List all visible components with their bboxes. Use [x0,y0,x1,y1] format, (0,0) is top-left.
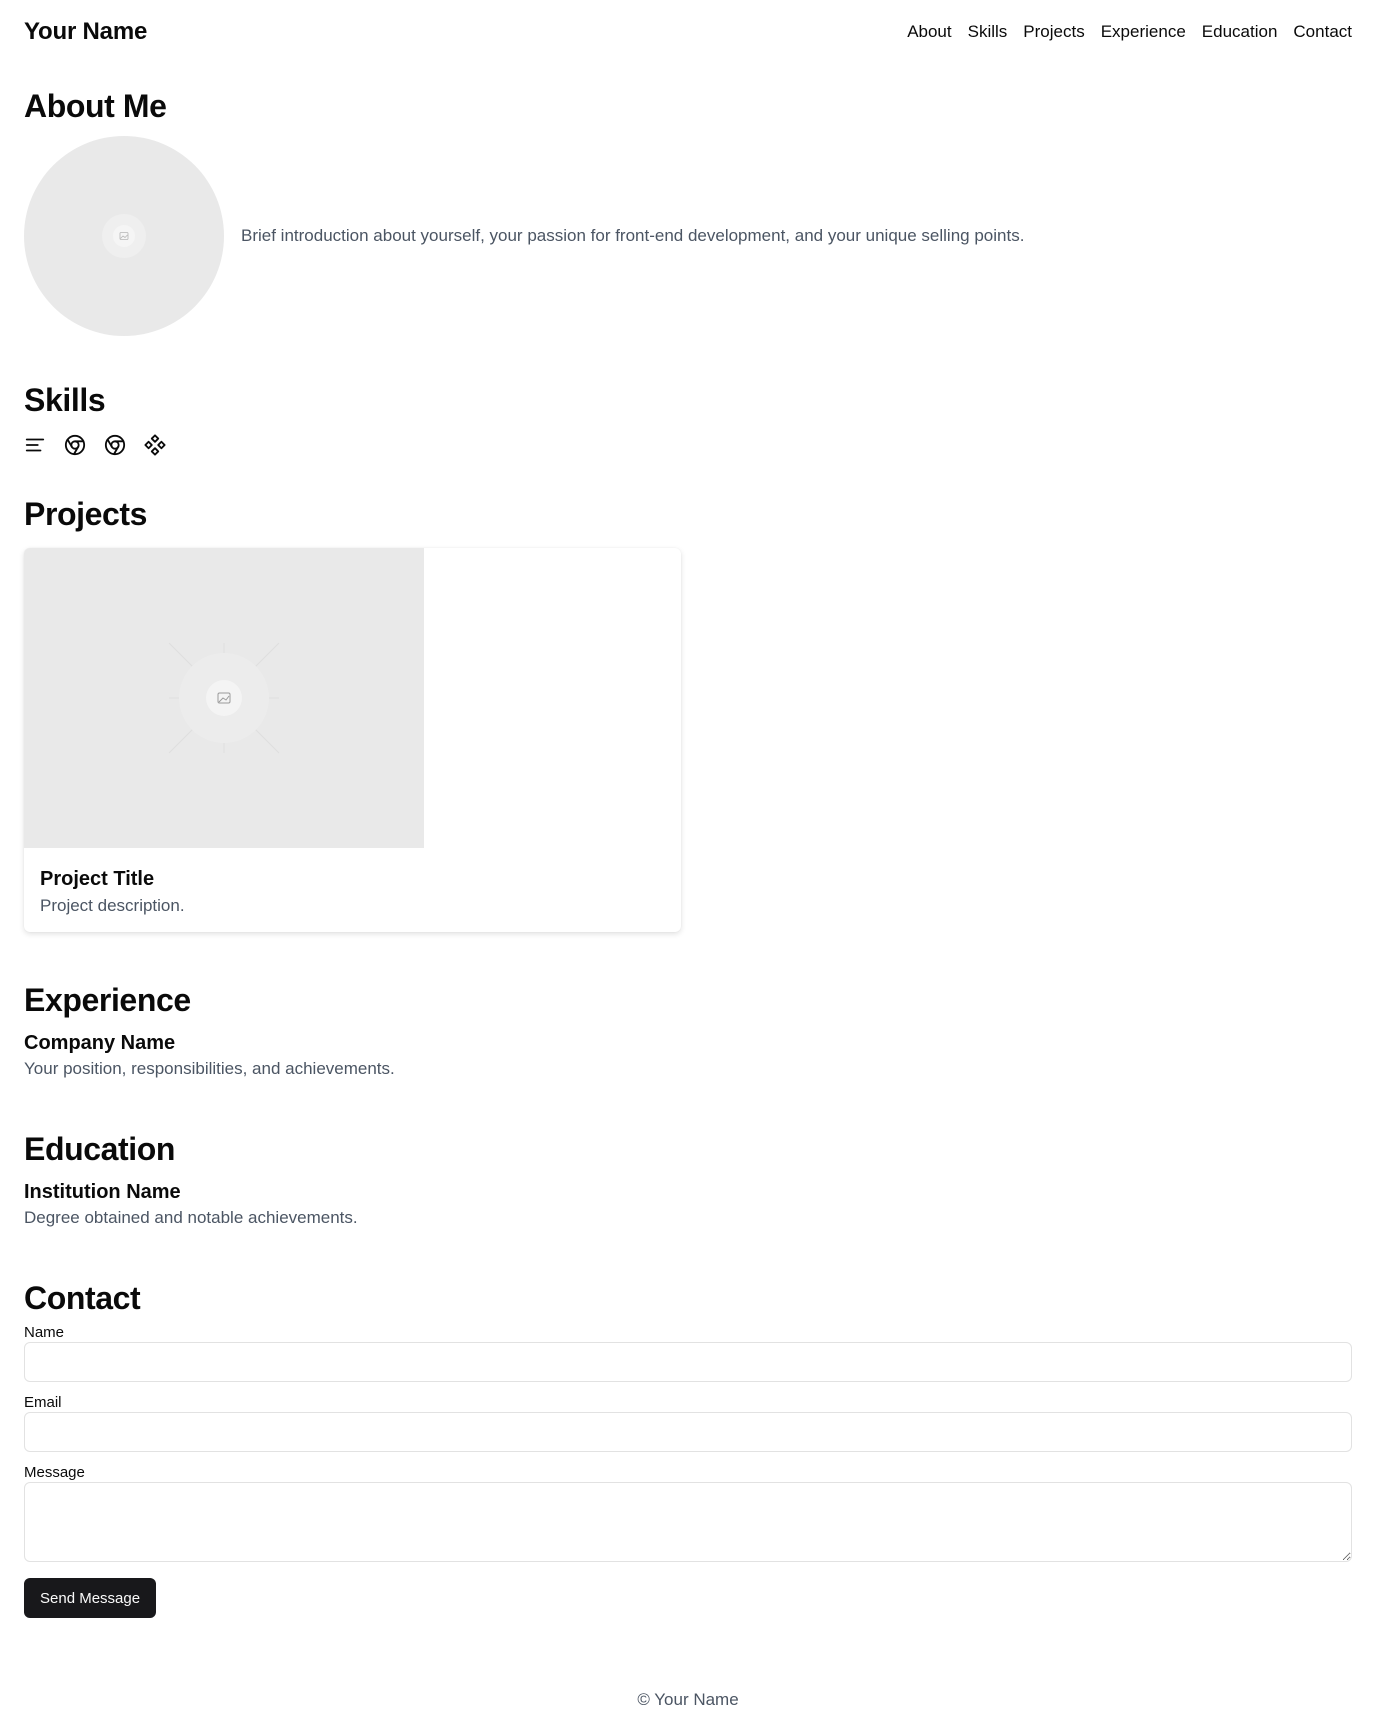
brand-name[interactable]: Your Name [24,18,147,46]
email-input[interactable] [24,1412,1352,1452]
footer-copyright: © Your Name [637,1690,739,1709]
portfolio-page: Your Name About Skills Projects Experien… [0,0,1376,1730]
avatar-placeholder-ring [102,214,146,258]
name-label: Name [24,1324,65,1341]
skills-section: Skills [24,380,1352,456]
education-title: Education [24,1131,176,1167]
send-message-button[interactable]: Send Message [24,1578,157,1618]
company-name: Company Name [24,1032,176,1054]
education-section: Education Institution Name Degree obtain… [24,1129,1352,1230]
nav-link-contact[interactable]: Contact [1293,20,1352,44]
experience-title: Experience [24,982,191,1018]
skills-title: Skills [24,382,106,418]
email-label: Email [24,1394,62,1411]
figma-diamond-icon [144,434,166,456]
project-image-placeholder-graphic [168,642,280,754]
projects-section: Projects Project Title Project descripti… [24,494,1352,932]
message-label: Message [24,1464,85,1481]
project-description: Project description. [40,896,185,915]
message-textarea[interactable] [24,1482,1352,1562]
skill-icons [24,434,1352,456]
nav-link-experience[interactable]: Experience [1101,20,1186,44]
image-placeholder-icon [119,232,129,240]
project-image [24,548,424,848]
chrome-icon [64,434,86,456]
site-footer: © Your Name [0,1688,1376,1712]
contact-form: Name Email Message Send Message [24,1324,1352,1618]
avatar-placeholder-dot [113,225,135,247]
about-intro: Brief introduction about yourself, your … [241,226,1025,245]
about-row: Brief introduction about yourself, your … [24,136,1352,336]
about-section: About Me Brief introduction about yourse… [24,86,1352,336]
nav-link-skills[interactable]: Skills [968,20,1008,44]
nav-link-education[interactable]: Education [1202,20,1278,44]
chrome-icon [104,434,126,456]
name-input[interactable] [24,1342,1352,1382]
nav-link-about[interactable]: About [907,20,951,44]
project-card[interactable]: Project Title Project description. [24,548,681,932]
projects-title: Projects [24,496,148,532]
project-title: Project Title [40,868,155,890]
experience-section: Experience Company Name Your position, r… [24,980,1352,1081]
avatar [24,136,224,336]
about-title: About Me [24,88,167,124]
education-details: Degree obtained and notable achievements… [24,1208,358,1227]
main-nav: About Skills Projects Experience Educati… [907,20,1352,44]
institution-name: Institution Name [24,1181,181,1203]
site-header: Your Name About Skills Projects Experien… [24,0,1352,64]
nav-link-projects[interactable]: Projects [1023,20,1084,44]
project-body: Project Title Project description. [24,848,681,918]
experience-details: Your position, responsibilities, and ach… [24,1059,395,1078]
contact-section: Contact Name Email Message Send Message [24,1278,1352,1618]
contact-title: Contact [24,1280,141,1316]
text-align-left-icon [25,438,45,452]
